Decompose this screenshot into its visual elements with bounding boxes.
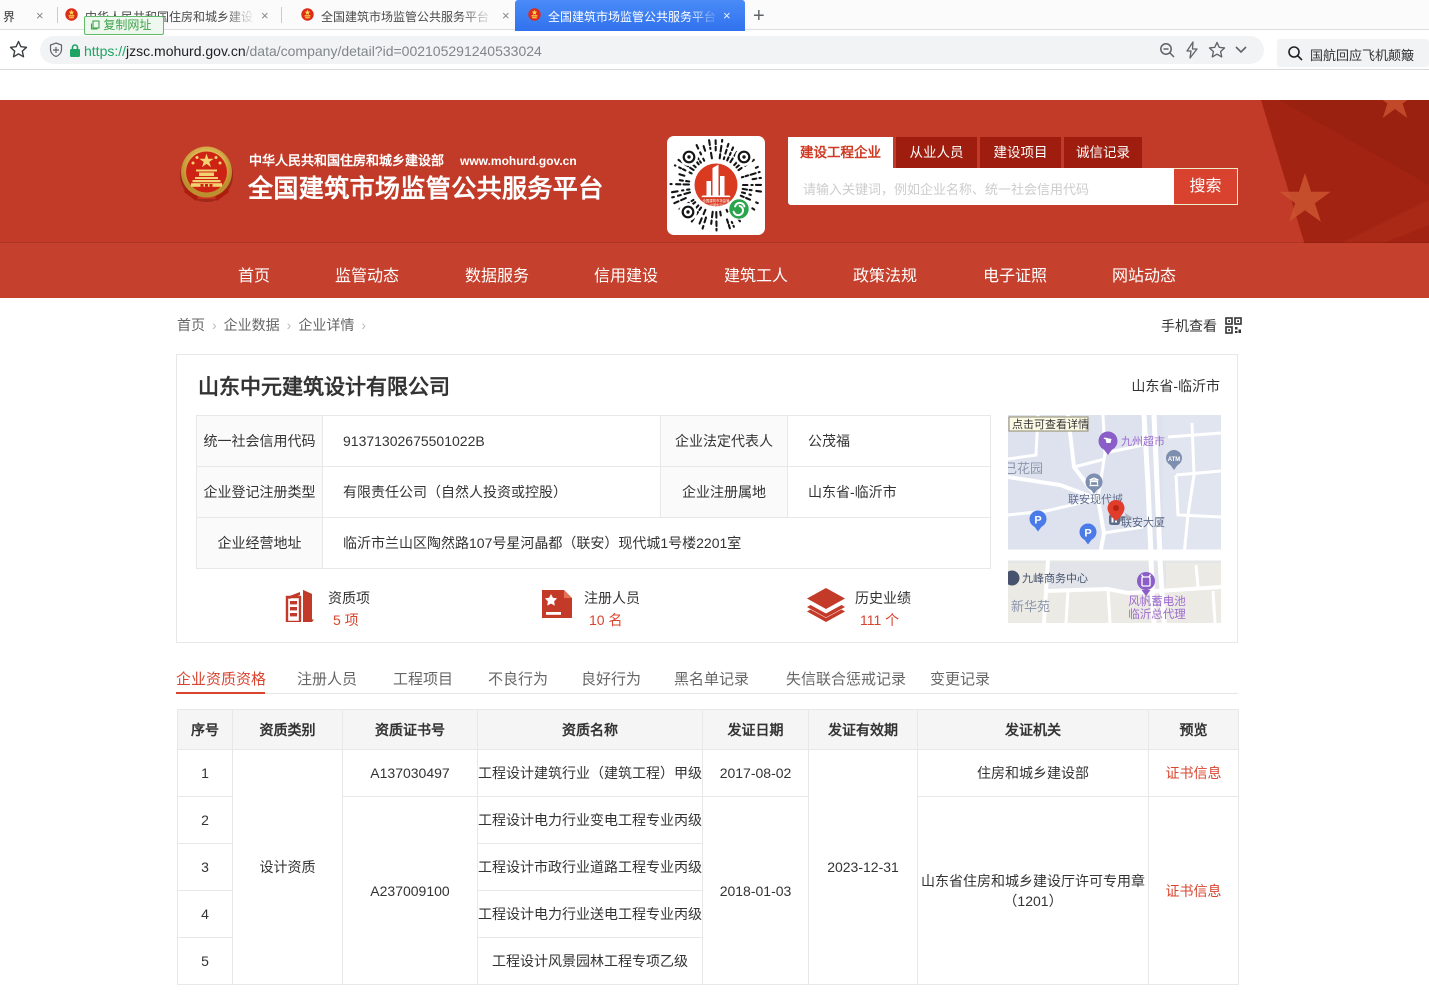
svg-text:己花园: 己花园: [1008, 461, 1043, 476]
svg-text:九峰商务中心: 九峰商务中心: [1022, 571, 1088, 585]
svg-text:新华苑: 新华苑: [1011, 599, 1050, 614]
svg-text:ATM: ATM: [1168, 457, 1181, 463]
svg-text:风帆蓄电池: 风帆蓄电池: [1128, 594, 1186, 608]
svg-text:九州超市: 九州超市: [1121, 434, 1165, 448]
svg-text:公共服务平台: 公共服务平台: [707, 202, 725, 207]
svg-text:临沂总代理: 临沂总代理: [1128, 607, 1186, 621]
svg-text:P: P: [1034, 515, 1041, 527]
svg-text:点击可查看详情: 点击可查看详情: [1012, 417, 1089, 431]
svg-text:P: P: [1084, 528, 1091, 540]
